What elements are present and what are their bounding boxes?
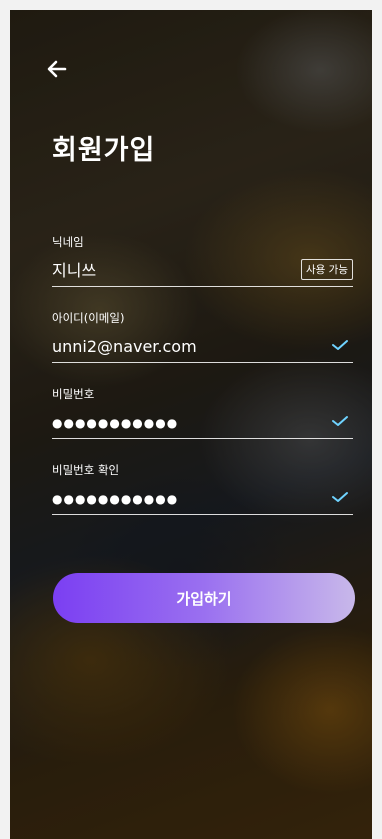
back-button[interactable]: [44, 56, 70, 82]
email-input[interactable]: unni2@naver.com: [52, 336, 353, 358]
nickname-field: 닉네임 지니쓰 사용 가능: [52, 234, 353, 287]
email-label: 아이디(이메일): [52, 311, 125, 325]
password-confirm-label: 비밀번호 확인: [52, 463, 120, 477]
check-icon: [332, 340, 348, 350]
signup-button[interactable]: 가입하기: [53, 573, 355, 623]
password-confirm-input[interactable]: ●●●●●●●●●●●: [52, 488, 353, 510]
password-input-row[interactable]: ●●●●●●●●●●●: [52, 412, 353, 439]
nickname-input-row[interactable]: 지니쓰 사용 가능: [52, 259, 353, 287]
password-label: 비밀번호: [52, 387, 95, 401]
email-field: 아이디(이메일) unni2@naver.com: [52, 310, 353, 363]
password-confirm-input-row[interactable]: ●●●●●●●●●●●: [52, 488, 353, 515]
password-field: 비밀번호 ●●●●●●●●●●●: [52, 386, 353, 439]
app-screen: 회원가입 닉네임 지니쓰 사용 가능 아이디(이메일) unni2@naver.…: [10, 10, 372, 839]
check-icon: [332, 492, 348, 502]
check-icon: [332, 416, 348, 426]
nickname-label: 닉네임: [52, 235, 84, 249]
page-title: 회원가입: [52, 135, 156, 166]
password-confirm-field: 비밀번호 확인 ●●●●●●●●●●●: [52, 462, 353, 515]
arrow-left-icon: [47, 60, 67, 78]
password-input[interactable]: ●●●●●●●●●●●: [52, 412, 353, 434]
email-input-row[interactable]: unni2@naver.com: [52, 336, 353, 363]
availability-badge: 사용 가능: [301, 259, 353, 280]
